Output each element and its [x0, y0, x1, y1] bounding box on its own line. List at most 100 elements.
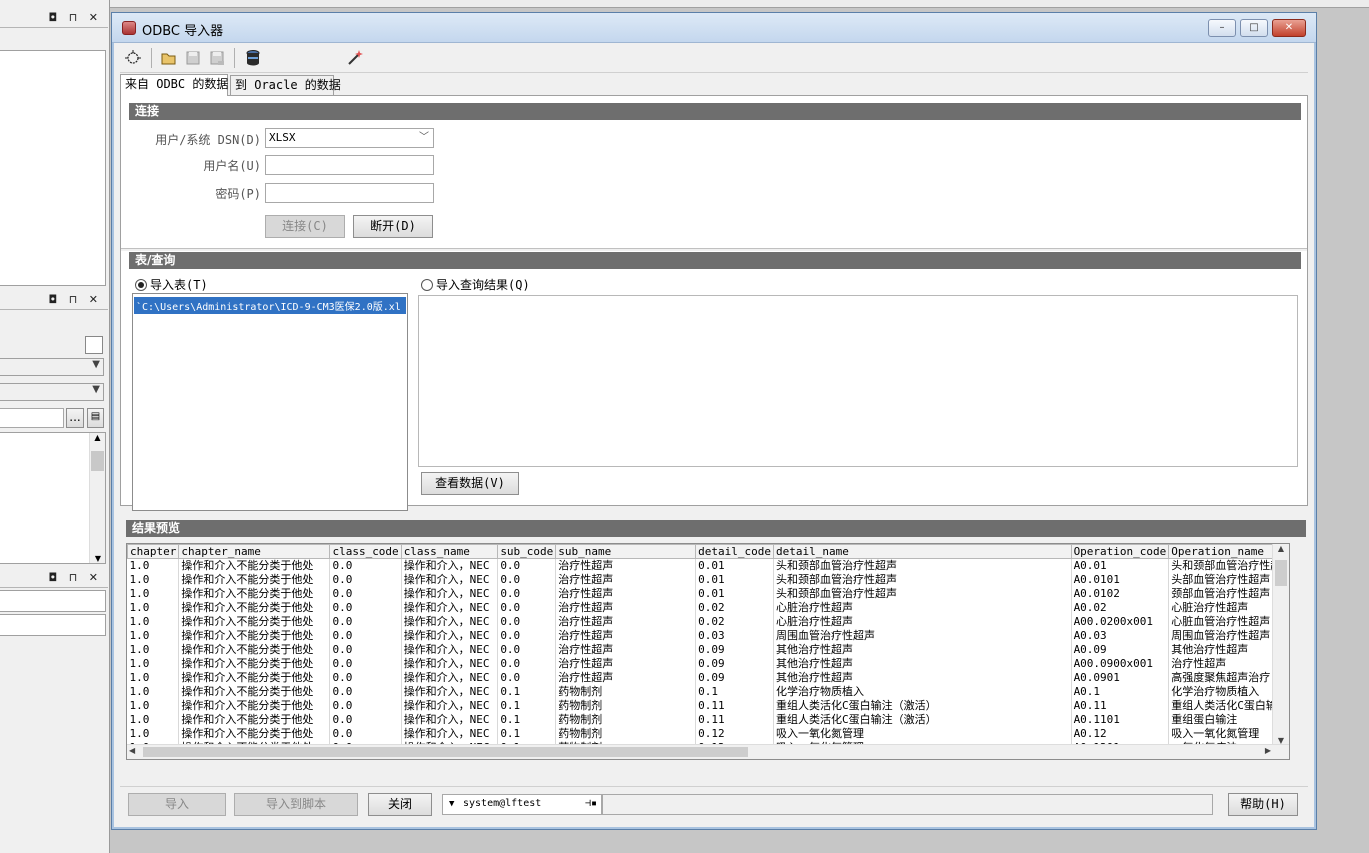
panel-window-buttons[interactable]: ◘ ⊓ ✕: [49, 571, 103, 584]
disconnect-button[interactable]: 断开(D): [353, 215, 433, 238]
table-cell: 操作和介入，NEC: [401, 572, 499, 587]
table-cell: A00.0900x001: [1071, 656, 1170, 671]
connection-selector[interactable]: ▼ system@lftest ⊣▪: [442, 794, 602, 815]
file-icon[interactable]: ▤: [87, 408, 104, 428]
radio-unselected-icon: [421, 279, 433, 291]
table-row[interactable]: 1.0操作和介入不能分类于他处0.0操作和介入，NEC0.1药物制剂0.12吸入…: [127, 726, 1289, 741]
table-cell: 治疗性超声: [555, 600, 697, 615]
scroll-up-icon[interactable]: ▲: [1273, 544, 1289, 553]
tab-from-odbc[interactable]: 来自 ODBC 的数据: [120, 74, 228, 96]
panel-combo[interactable]: ▼: [0, 358, 104, 376]
import-query-radio[interactable]: 导入查询结果(Q): [421, 276, 530, 293]
dsn-combo[interactable]: XLSX ﹀: [265, 128, 434, 148]
divider: [121, 248, 1307, 251]
column-header[interactable]: sub_name: [555, 544, 697, 559]
panel-checkbox[interactable]: [85, 336, 103, 354]
save-as-icon[interactable]: [208, 49, 226, 67]
table-row[interactable]: 1.0 操作和介入不能分类于他处 0.0 操作和介入，NEC 0.0 治疗性超声 0.09 其…: [127, 670, 1289, 685]
scroll-right-icon[interactable]: ▶: [1265, 746, 1271, 755]
column-header[interactable]: chapter: [127, 544, 180, 559]
column-header[interactable]: class_code: [329, 544, 402, 559]
table-cell: 药物制剂: [555, 698, 697, 713]
column-header[interactable]: class_name: [400, 544, 499, 559]
table-row[interactable]: 1.0 操作和介入不能分类于他处 0.0 操作和介入，NEC 0.0 治疗性超声 0.01 头…: [127, 572, 1289, 587]
scroll-thumb[interactable]: [1275, 560, 1287, 586]
browse-button[interactable]: ...: [66, 408, 84, 428]
preview-header: 结果预览: [126, 520, 1306, 537]
table-row[interactable]: 1.0 操作和介入不能分类于他处 0.0 操作和介入，NEC 0.1 药物制剂 0.11 重组…: [127, 698, 1289, 713]
table-cell: 0.0: [329, 684, 402, 699]
table-cell: 0.0: [497, 642, 557, 657]
table-cell: 治疗性超声: [555, 586, 697, 601]
preview-grid[interactable]: chapter chapter_name class_code class_name s…: [126, 543, 1290, 760]
column-header[interactable]: sub_code: [497, 544, 557, 559]
table-row[interactable]: 1.0 操作和介入不能分类于他处 0.0 操作和介入，NEC 0.0 治疗性超声 0.03 周…: [127, 628, 1289, 643]
table-cell: 治疗性超声: [1168, 656, 1289, 671]
table-row[interactable]: 1.0 操作和介入不能分类于他处 0.0 操作和介入，NEC 0.0 治疗性超声 0.01 头…: [127, 558, 1289, 573]
table-row[interactable]: 1.0 操作和介入不能分类于他处 0.0 操作和介入，NEC 0.0 治疗性超声 0.01 头…: [127, 586, 1289, 601]
view-data-button[interactable]: 查看数据(V): [421, 472, 519, 495]
connection-name: system@lftest: [463, 798, 542, 809]
minimize-button[interactable]: –: [1208, 19, 1236, 37]
top-strip: [110, 0, 1369, 8]
table-cell: 0.0: [329, 572, 402, 587]
column-header[interactable]: chapter_name: [178, 544, 331, 559]
close-button[interactable]: ✕: [1272, 19, 1306, 37]
import-to-script-button[interactable]: 导入到脚本: [234, 793, 358, 816]
column-header[interactable]: detail_code: [695, 544, 775, 559]
query-textarea[interactable]: [418, 295, 1298, 467]
table-row[interactable]: 1.0 操作和介入不能分类于他处 0.0 操作和介入，NEC 0.0 治疗性超声 0.02 心…: [127, 614, 1289, 629]
table-cell: 治疗性超声: [555, 656, 697, 671]
username-input[interactable]: [265, 155, 434, 175]
column-header[interactable]: detail_name: [773, 544, 1072, 559]
panel-combo[interactable]: ▼: [0, 383, 104, 401]
pin-icon[interactable]: ⊣▪: [585, 795, 597, 813]
table-row[interactable]: 1.0 操作和介入不能分类于他处 0.0 操作和介入，NEC 0.0 治疗性超声 0.09 其…: [127, 656, 1289, 671]
table-cell: 0.1: [695, 684, 775, 699]
table-cell: A0.1101: [1071, 712, 1170, 727]
grid-horizontal-scrollbar[interactable]: ◀ ▶: [127, 744, 1289, 759]
save-icon[interactable]: [184, 49, 202, 67]
table-cell: A0.0101: [1071, 572, 1170, 587]
table-row[interactable]: 1.0 操作和介入不能分类于他处 0.0 操作和介入，NEC 0.0 治疗性超声 0.02 心…: [127, 600, 1289, 615]
table-cell: A0.0102: [1071, 586, 1170, 601]
panel-window-buttons[interactable]: ◘ ⊓ ✕: [49, 11, 103, 24]
panel-window-buttons[interactable]: ◘ ⊓ ✕: [49, 293, 103, 306]
scroll-down-icon[interactable]: ▼: [90, 554, 106, 563]
database-icon[interactable]: [244, 49, 262, 67]
close-dialog-button[interactable]: 关闭: [368, 793, 432, 816]
import-table-radio[interactable]: 导入表(T): [135, 276, 208, 293]
tab-to-oracle[interactable]: 到 Oracle 的数据: [230, 75, 341, 96]
scroll-thumb[interactable]: [91, 451, 104, 471]
column-header[interactable]: Operation_code: [1070, 544, 1170, 559]
table-cell: 治疗性超声: [555, 558, 697, 573]
password-input[interactable]: [265, 183, 434, 203]
column-header[interactable]: Operation_name: [1168, 544, 1289, 559]
table-cell: 其他治疗性超声: [773, 642, 1072, 657]
table-row[interactable]: 1.0 操作和介入不能分类于他处 0.0 操作和介入，NEC 0.1 药物制剂 0.11 重组…: [127, 712, 1289, 727]
open-folder-icon[interactable]: [160, 49, 178, 67]
table-cell: 高强度聚焦超声治疗: [1168, 670, 1289, 685]
maximize-button[interactable]: □: [1240, 19, 1268, 37]
table-row[interactable]: 1.0 操作和介入不能分类于他处 0.0 操作和介入，NEC 0.0 治疗性超声 0.09 其…: [127, 642, 1289, 657]
panel-path-input[interactable]: [0, 408, 64, 428]
help-button[interactable]: 帮助(H): [1228, 793, 1298, 816]
table-row[interactable]: 1.0 操作和介入不能分类于他处 0.0 操作和介入，NEC 0.1 药物制剂 0.1 化学治…: [127, 684, 1289, 699]
table-cell: A00.0200x001: [1071, 614, 1170, 629]
scroll-thumb[interactable]: [143, 747, 748, 757]
wizard-icon[interactable]: [346, 49, 364, 67]
scroll-up-icon[interactable]: ▲: [90, 433, 105, 442]
scroll-left-icon[interactable]: ◀: [129, 746, 135, 755]
table-list-item[interactable]: `C:\Users\Administrator\ICD-9-CM3医保2.0版.…: [134, 297, 406, 314]
table-cell: 0.0: [329, 656, 402, 671]
table-cell: 0.0: [329, 642, 402, 657]
new-icon[interactable]: [124, 49, 142, 67]
table-list[interactable]: `C:\Users\Administrator\ICD-9-CM3医保2.0版.…: [132, 293, 408, 511]
import-button[interactable]: 导入: [128, 793, 226, 816]
grid-vertical-scrollbar[interactable]: ▲ ▼: [1272, 544, 1289, 745]
connect-button[interactable]: 连接(C): [265, 215, 345, 238]
panel-content: [0, 590, 106, 612]
table-cell: 操作和介入不能分类于他处: [178, 712, 331, 727]
import-query-label: 导入查询结果(Q): [436, 278, 530, 292]
panel-scrollbar[interactable]: ▲ ▼: [89, 433, 105, 563]
